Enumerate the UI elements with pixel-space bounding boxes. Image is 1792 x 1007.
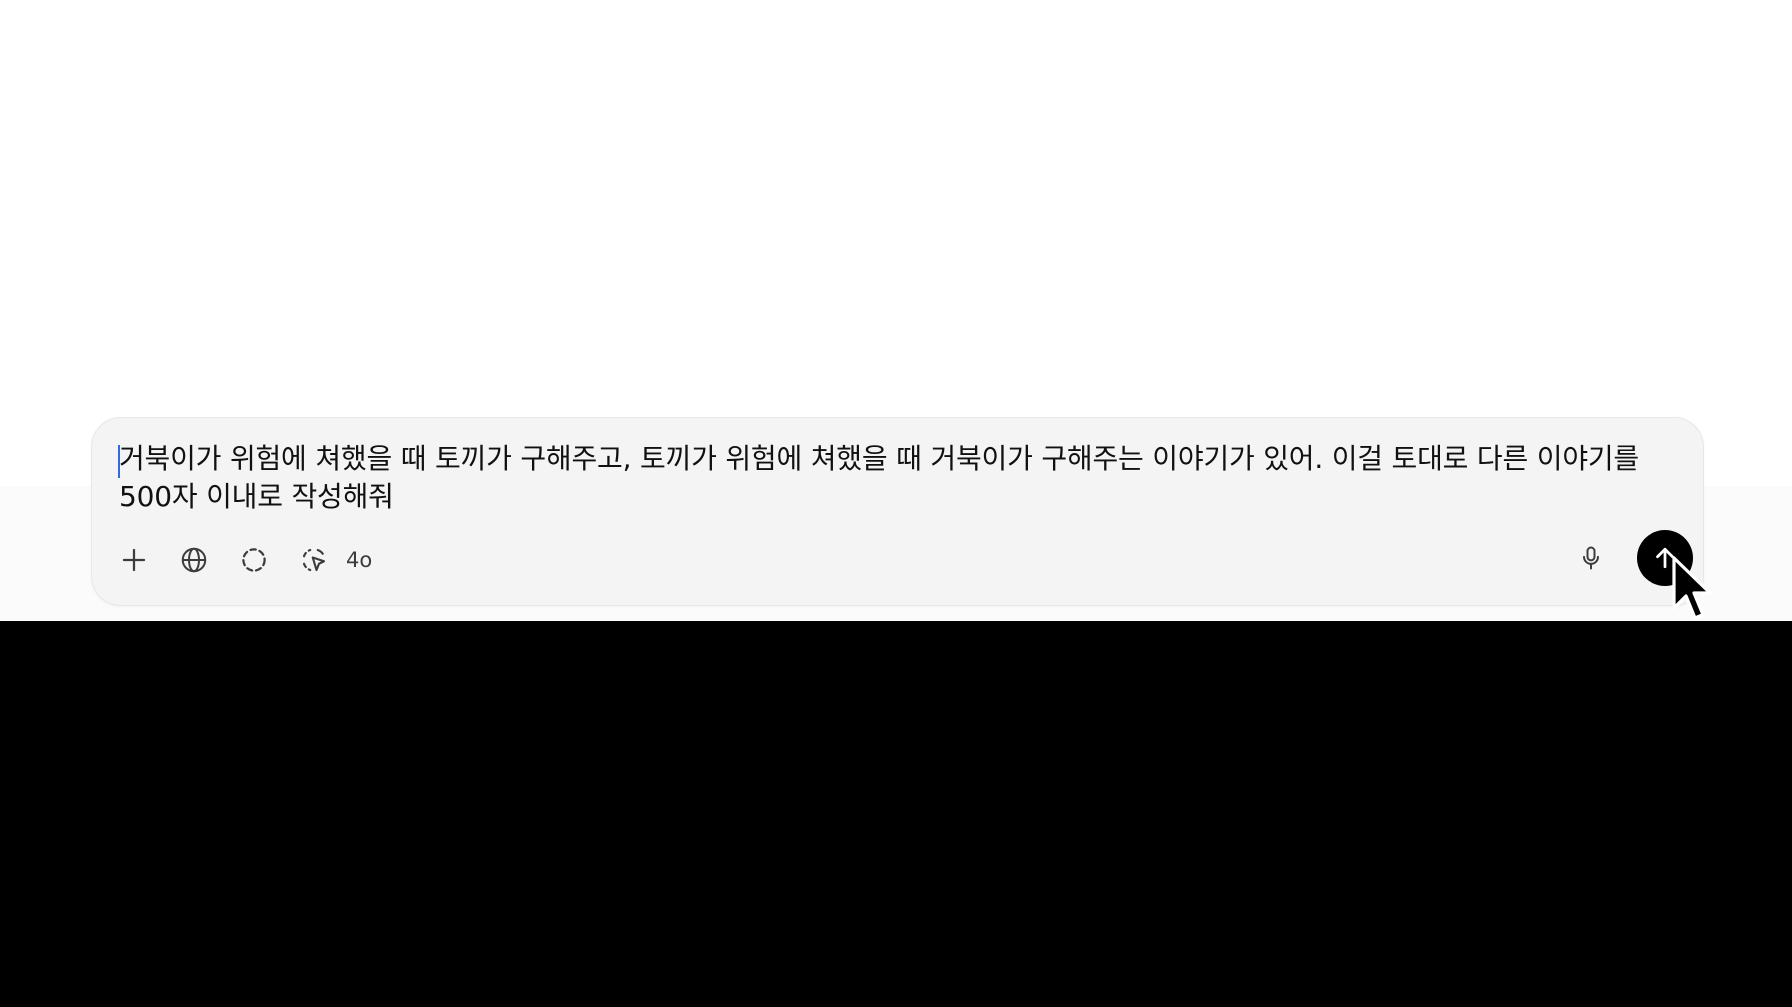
plus-icon[interactable] bbox=[112, 538, 156, 582]
dashed-circle-icon[interactable] bbox=[232, 538, 276, 582]
globe-icon[interactable] bbox=[172, 538, 216, 582]
mouse-pointer-icon bbox=[1672, 556, 1712, 620]
model-label[interactable]: 4o bbox=[346, 548, 372, 572]
message-composer[interactable]: 거북이가 위험에 쳐했을 때 토끼가 구해주고, 토끼가 위험에 쳐했을 때 거… bbox=[91, 417, 1704, 606]
selection-cursor-icon[interactable] bbox=[292, 538, 336, 582]
prompt-input[interactable]: 거북이가 위험에 쳐했을 때 토끼가 구해주고, 토끼가 위험에 쳐했을 때 거… bbox=[119, 440, 1679, 516]
microphone-icon[interactable] bbox=[1569, 536, 1613, 580]
composer-toolbar: 4o bbox=[112, 538, 372, 582]
screen-area: 거북이가 위험에 쳐했을 때 토끼가 구해주고, 토끼가 위험에 쳐했을 때 거… bbox=[0, 0, 1792, 621]
